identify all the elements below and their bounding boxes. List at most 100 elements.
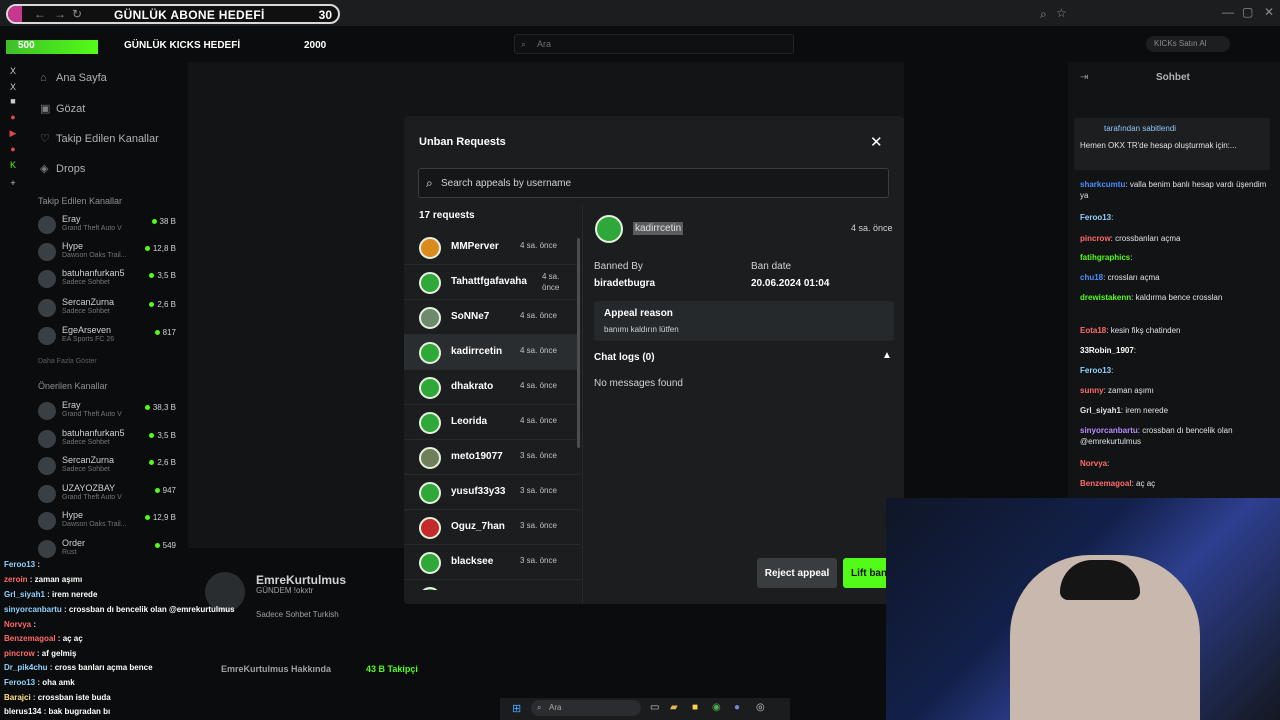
obs-icon[interactable]: ◎ bbox=[756, 702, 765, 713]
chat-username[interactable]: Grl_siyah1 bbox=[1080, 406, 1121, 415]
chat-username[interactable]: sharkcumtu bbox=[1080, 180, 1125, 189]
overlay-chat-user: Grl_siyah1 bbox=[4, 590, 45, 599]
taskbar-search[interactable]: ⌕ Ara bbox=[531, 700, 641, 716]
chat-username[interactable]: sinyorcanbartu bbox=[1080, 426, 1138, 435]
sidebar-item-home[interactable]: ⌂ Ana Sayfa bbox=[40, 72, 107, 84]
list-item[interactable]: Tahattfgafavaha 4 sa. önce bbox=[404, 265, 580, 300]
list-item[interactable]: Oguz_7han 3 sa. önce bbox=[404, 510, 580, 545]
chat-message: 33Robin_1907: bbox=[1080, 346, 1137, 355]
sidebar-item-label: Drops bbox=[56, 163, 86, 175]
recommended-channel[interactable]: Eray Grand Theft Auto V 38,3 B bbox=[38, 400, 178, 424]
recommended-channel[interactable]: UZAYOZBAY Grand Theft Auto V 947 bbox=[38, 483, 178, 507]
site-search-input[interactable]: ⌕ Ara bbox=[514, 34, 794, 54]
chat-username[interactable]: pincrow bbox=[1080, 234, 1111, 243]
recommended-channel[interactable]: Order Rust 549 bbox=[38, 538, 178, 562]
kick-icon[interactable]: K bbox=[6, 160, 20, 172]
record-icon[interactable]: ● bbox=[6, 112, 20, 124]
request-time: 3 sa. önce bbox=[520, 486, 557, 495]
folder-icon[interactable]: ▰ bbox=[670, 702, 678, 713]
x-icon[interactable]: X bbox=[6, 66, 20, 78]
followed-channel[interactable]: Eray Grand Theft Auto V 38 B bbox=[38, 214, 178, 238]
appeal-search-field[interactable]: ⌕ bbox=[418, 168, 889, 198]
avatar bbox=[419, 482, 441, 504]
zoom-icon[interactable]: ⌕ bbox=[1040, 7, 1047, 22]
followed-channel[interactable]: Hype Dawson Oaks Trail... 12,8 B bbox=[38, 241, 178, 265]
home-icon: ⌂ bbox=[40, 72, 47, 84]
app-icon[interactable]: ■ bbox=[6, 96, 20, 108]
list-item[interactable]: yusuf33y33 3 sa. önce bbox=[404, 475, 580, 510]
followed-channel[interactable]: EgeArseven EA Sports FC 26 817 bbox=[38, 325, 178, 349]
windows-start-icon[interactable]: ⊞ bbox=[512, 702, 521, 715]
followed-channel[interactable]: batuhanfurkan5 Sadece Sohbet 3,5 B bbox=[38, 268, 178, 292]
reload-icon[interactable]: ↻ bbox=[72, 7, 82, 21]
youtube-icon[interactable]: ▶ bbox=[6, 128, 20, 140]
request-username: MMPerver bbox=[451, 241, 499, 252]
recommended-channel[interactable]: Hype Dawson Oaks Trail... 12,9 B bbox=[38, 510, 178, 534]
app-icon[interactable]: ● bbox=[6, 144, 20, 156]
chat-username[interactable]: drewistakenn bbox=[1080, 293, 1131, 302]
chat-username[interactable]: Feroo13 bbox=[1080, 366, 1111, 375]
forward-icon[interactable]: → bbox=[54, 7, 66, 21]
buy-kicks-button[interactable]: KICKs Satın Al bbox=[1146, 36, 1230, 52]
chat-username[interactable]: Feroo13 bbox=[1080, 213, 1111, 222]
show-more-link[interactable]: Daha Fazla Göster bbox=[38, 358, 97, 365]
modal-divider bbox=[582, 206, 583, 604]
close-window-icon[interactable]: ✕ bbox=[1264, 5, 1274, 19]
chat-username[interactable]: Norvya bbox=[1080, 459, 1107, 468]
overlay-chat-user: sinyorcanbartu bbox=[4, 605, 62, 614]
chat-username[interactable]: sunny bbox=[1080, 386, 1104, 395]
followed-channel[interactable]: SercanZurna Sadece Sohbet 2,6 B bbox=[38, 297, 178, 321]
overlay-chat-message: blerus134 : bak bugradan bı bbox=[4, 707, 111, 716]
chat-logs-toggle[interactable]: Chat logs (0) bbox=[594, 352, 655, 363]
app-icon[interactable]: ■ bbox=[692, 702, 698, 713]
appeal-search-input[interactable] bbox=[439, 175, 859, 191]
sidebar-item-following[interactable]: ♡ Takip Edilen Kanallar bbox=[40, 132, 159, 145]
pinned-message-text: Hemen OKX TR'de hesap oluşturmak için:..… bbox=[1080, 141, 1237, 150]
overlay-chat-text: irem nerede bbox=[52, 590, 98, 599]
list-item[interactable] bbox=[404, 580, 580, 590]
add-icon[interactable]: + bbox=[6, 178, 20, 190]
bookmark-star-icon[interactable]: ☆ bbox=[1056, 6, 1067, 20]
chat-title: Sohbet bbox=[1156, 72, 1190, 83]
overlay-chat-message: sinyorcanbartu : crossban dı bencelik ol… bbox=[4, 605, 235, 614]
file-explorer-icon[interactable]: ▭ bbox=[650, 702, 659, 713]
list-item[interactable]: Leorida 4 sa. önce bbox=[404, 405, 580, 440]
chat-username[interactable]: fatihgraphics bbox=[1080, 253, 1130, 262]
chat-message: pincrow: crossbanları açma bbox=[1080, 234, 1181, 243]
channel-category: EA Sports FC 26 bbox=[62, 336, 115, 343]
list-item[interactable]: SoNNe7 4 sa. önce bbox=[404, 300, 580, 335]
minimize-icon[interactable]: — bbox=[1222, 5, 1234, 19]
list-item[interactable]: meto19077 3 sa. önce bbox=[404, 440, 580, 475]
collapse-chat-icon[interactable]: ⇥ bbox=[1080, 72, 1088, 83]
chat-username[interactable]: Eota18 bbox=[1080, 326, 1106, 335]
maximize-icon[interactable]: ▢ bbox=[1242, 5, 1253, 19]
sidebar-item-drops[interactable]: ◈ Drops bbox=[40, 162, 85, 175]
request-time: 3 sa. önce bbox=[520, 451, 557, 460]
reject-appeal-button[interactable]: Reject appeal bbox=[757, 558, 837, 588]
list-scrollbar[interactable] bbox=[577, 238, 580, 448]
list-item[interactable]: dhakrato 4 sa. önce bbox=[404, 370, 580, 405]
list-item[interactable]: MMPerver 4 sa. önce bbox=[404, 230, 580, 265]
overlay-chat-user: Feroo13 bbox=[4, 678, 36, 687]
chevron-up-icon[interactable]: ▲ bbox=[882, 350, 892, 361]
discord-icon[interactable]: ● bbox=[734, 702, 740, 713]
kicks-goal-target: 2000 bbox=[304, 40, 327, 51]
chat-text: crossbanları açma bbox=[1115, 234, 1181, 243]
chat-username[interactable]: Benzemagoal bbox=[1080, 479, 1132, 488]
chrome-icon[interactable]: ◉ bbox=[712, 702, 721, 713]
pinned-message: tarafından sabitlendi Hemen OKX TR'de he… bbox=[1074, 118, 1270, 170]
close-icon[interactable]: ✕ bbox=[870, 133, 883, 151]
x-icon[interactable]: X bbox=[6, 82, 20, 94]
channel-category: Dawson Oaks Trail... bbox=[62, 521, 127, 528]
chat-username[interactable]: chu18 bbox=[1080, 273, 1103, 282]
chat-username[interactable]: 33Robin_1907 bbox=[1080, 346, 1134, 355]
list-item[interactable]: blacksee 3 sa. önce bbox=[404, 545, 580, 580]
channel-name: Hype bbox=[62, 510, 84, 520]
sidebar-item-browse[interactable]: ▣ Gözat bbox=[40, 102, 85, 115]
recommended-channel[interactable]: SercanZurna Sadece Sohbet 2,6 B bbox=[38, 455, 178, 479]
avatar bbox=[38, 457, 56, 475]
avatar bbox=[419, 377, 441, 399]
recommended-channel[interactable]: batuhanfurkan5 Sadece Sohbet 3,5 B bbox=[38, 428, 178, 452]
list-item-selected[interactable]: kadirrcetin 4 sa. önce bbox=[404, 335, 580, 370]
back-icon[interactable]: ← bbox=[34, 7, 46, 21]
